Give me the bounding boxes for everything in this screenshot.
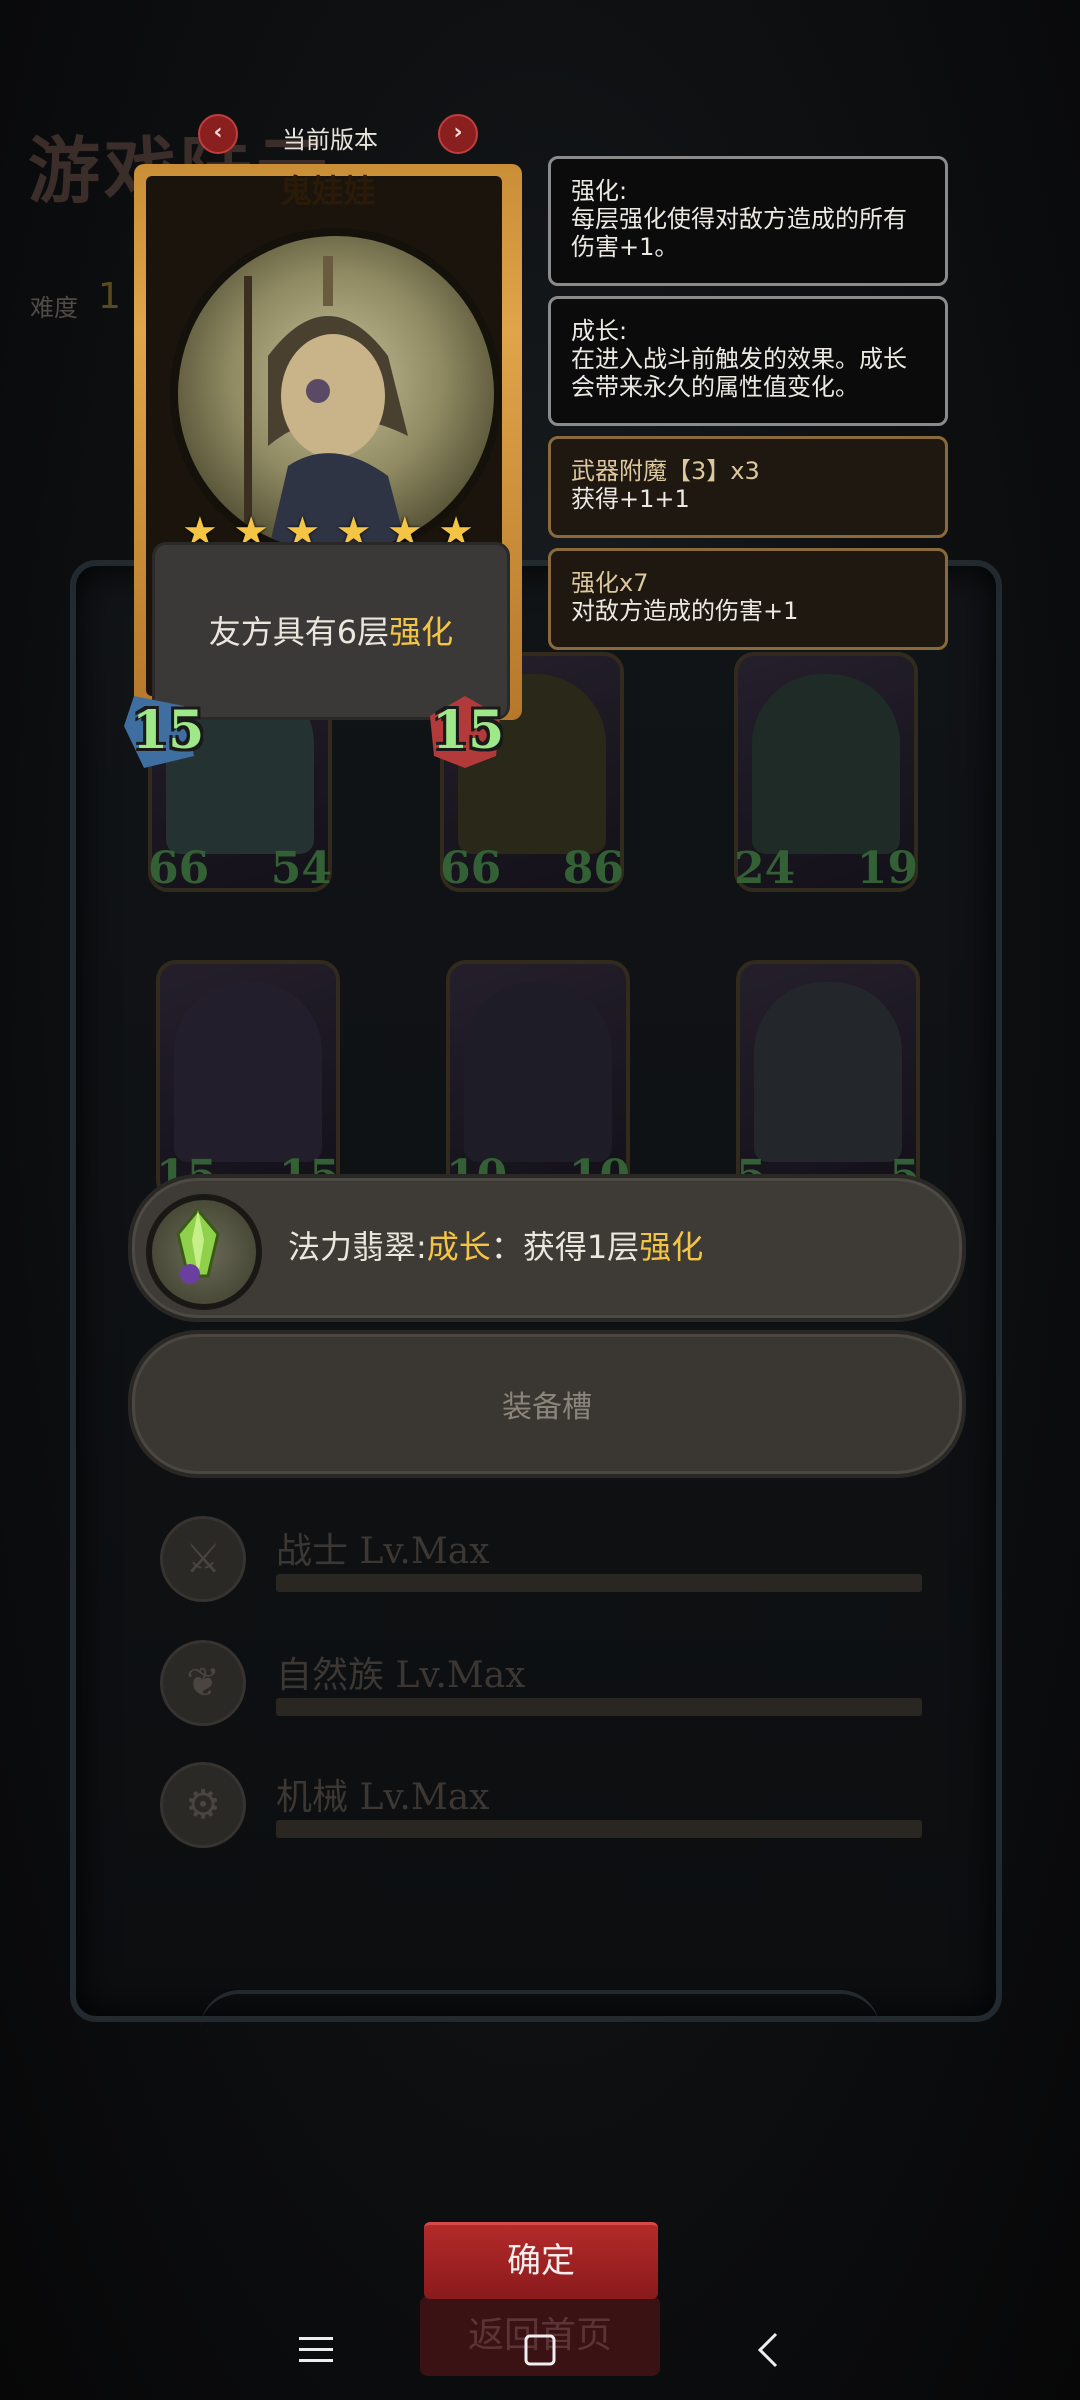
race-row-nature: ❦ 自然族 Lv.Max <box>160 1640 940 1730</box>
confirm-button[interactable]: 确定 <box>424 2222 658 2299</box>
sword-icon: ⚔ <box>160 1516 246 1602</box>
system-navigation-bar <box>0 2300 1080 2400</box>
chevron-right-icon[interactable]: › <box>438 114 478 154</box>
team-card: 24 19 <box>734 652 918 894</box>
relic-banner[interactable]: 法力翡翠:成长：获得1层强化 <box>128 1174 966 1322</box>
tooltip-strengthen-stack: 强化x7 对敌方造成的伤害+1 <box>548 548 948 650</box>
race-progress-track <box>276 1574 922 1592</box>
difficulty-value: 1 <box>98 276 121 317</box>
home-square-icon[interactable] <box>510 2320 570 2380</box>
race-name: 机械 Lv.Max <box>276 1777 490 1818</box>
team-card-health: 86 <box>562 843 624 894</box>
race-row-mech: ⚙ 机械 Lv.Max <box>160 1762 940 1852</box>
tooltip-weapon-enchant: 武器附魔【3】x3 获得+1+1 <box>548 436 948 538</box>
menu-icon[interactable] <box>286 2320 346 2380</box>
keyword-strengthen: 强化 <box>389 613 454 651</box>
race-progress-track <box>276 1820 922 1838</box>
relic-description: 法力翡翠:成长：获得1层强化 <box>288 1228 704 1266</box>
frame-base <box>200 1990 880 2054</box>
team-card-health: 54 <box>270 843 332 894</box>
card-attack: 15 <box>132 700 205 761</box>
tooltip-growth: 成长: 在进入战斗前触发的效果。成长会带来永久的属性值变化。 <box>548 296 948 426</box>
version-bar: ‹ 当前版本 › <box>198 114 478 154</box>
team-card-attack: 24 <box>734 843 796 894</box>
race-name: 战士 Lv.Max <box>276 1531 490 1572</box>
equipment-slot-label: 装备槽 <box>502 1390 592 1425</box>
chevron-left-icon[interactable]: ‹ <box>198 114 238 154</box>
race-progress-track <box>276 1698 922 1716</box>
card-health: 15 <box>432 700 505 761</box>
ragdoll-portrait-icon <box>244 256 408 552</box>
team-card-portrait <box>754 982 902 1162</box>
equipment-slot[interactable]: 装备槽 <box>128 1330 966 1478</box>
card-name: 鬼娃娃 <box>279 172 376 210</box>
back-chevron-icon[interactable] <box>738 2320 798 2380</box>
team-card: 1010 <box>446 960 630 1202</box>
team-card-portrait <box>464 982 612 1162</box>
tooltip-strengthen: 强化: 每层强化使得对敌方造成的所有伤害+1。 <box>548 156 948 286</box>
emerald-icon <box>146 1194 262 1310</box>
team-card: 1515 <box>156 960 340 1202</box>
team-card-attack: 66 <box>440 843 502 894</box>
team-card-portrait <box>174 982 322 1162</box>
team-card-health: 19 <box>856 843 918 894</box>
card-description-box: 友方具有6层强化 <box>152 542 510 720</box>
race-name: 自然族 Lv.Max <box>276 1655 526 1696</box>
leaf-icon: ❦ <box>160 1640 246 1726</box>
gear-icon: ⚙ <box>160 1762 246 1848</box>
race-row-warrior: ⚔ 战士 Lv.Max <box>160 1516 940 1606</box>
card-description: 友方具有6层强化 <box>208 613 454 651</box>
unit-card-detail: 鬼娃娃 ★ ★ ★ ★ ★ ★ 友方具有6层强化 15 15 <box>124 160 526 768</box>
version-label: 当前版本 <box>282 126 378 154</box>
team-card-portrait <box>752 674 900 854</box>
team-card: 55 <box>736 960 920 1202</box>
team-card-attack: 66 <box>148 843 210 894</box>
difficulty-label: 难度 <box>30 294 78 322</box>
